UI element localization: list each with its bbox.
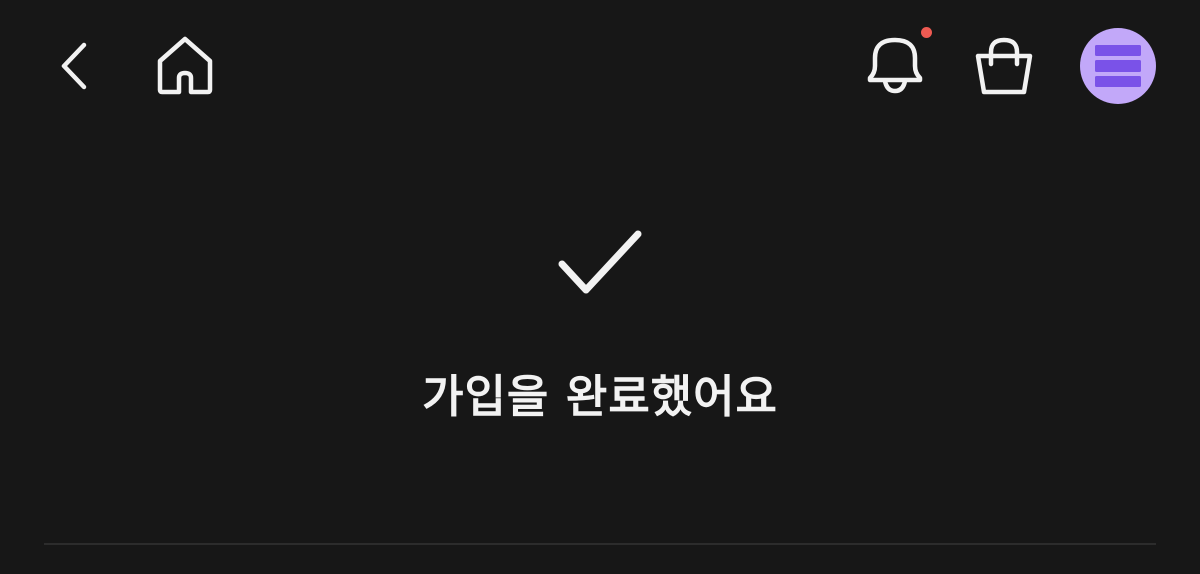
profile-avatar-button[interactable] [1080,28,1156,104]
notification-badge-dot [921,27,932,38]
signup-complete-screen: 가입을 완료했어요 [0,0,1200,574]
back-button[interactable] [50,36,102,96]
divider [44,543,1156,545]
home-icon [157,36,213,95]
menu-stack-icon [1095,45,1141,87]
cart-button[interactable] [968,34,1040,98]
checkmark-icon [558,230,642,294]
page-title: 가입을 완료했어요 [422,370,778,423]
shopping-bag-icon [975,37,1033,95]
bell-icon [867,37,923,94]
chevron-left-icon [61,42,87,90]
top-navigation-bar [0,0,1200,135]
notifications-button[interactable] [858,28,932,100]
home-button[interactable] [152,34,218,98]
